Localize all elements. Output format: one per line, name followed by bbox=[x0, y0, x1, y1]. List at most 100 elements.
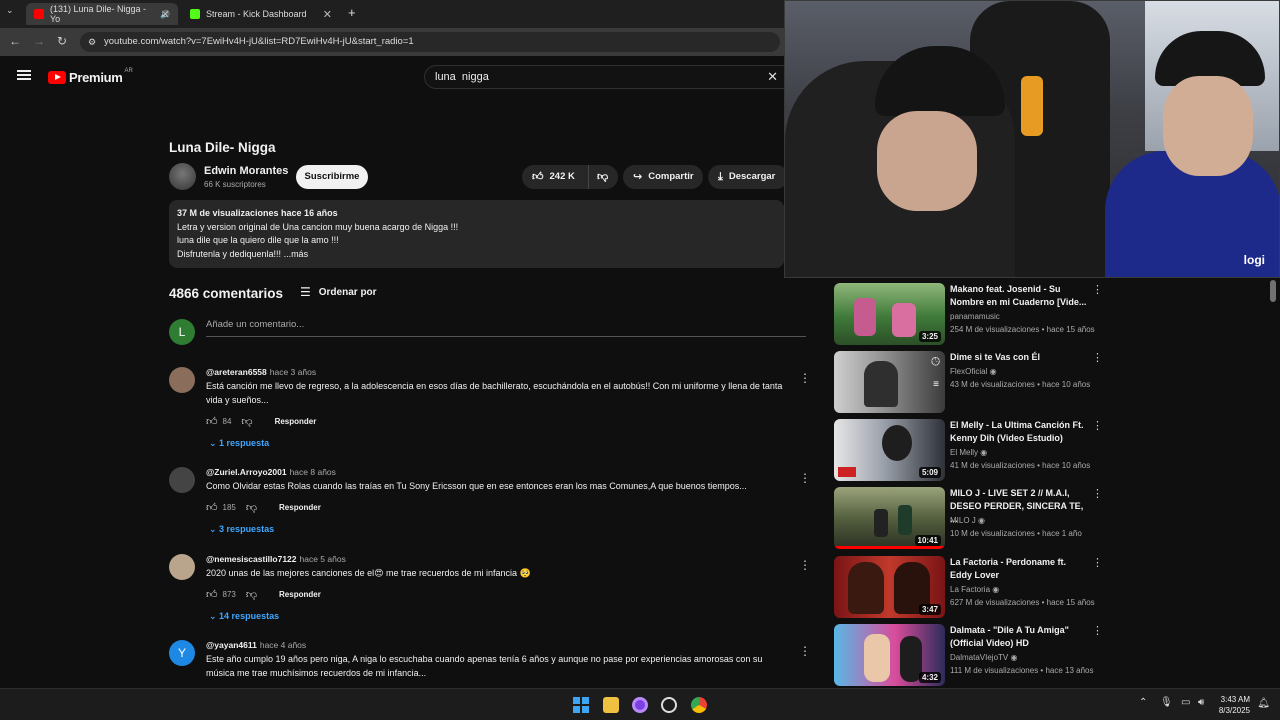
comment-avatar[interactable]: Y bbox=[169, 640, 195, 666]
more-options-icon[interactable]: ⋮ bbox=[799, 558, 811, 572]
more-options-icon[interactable]: ⋮ bbox=[1092, 419, 1103, 432]
comment-item: @nemesiscastillo7122 hace 5 años 2020 una… bbox=[169, 554, 811, 630]
video-title[interactable]: Dalmata - "Dile A Tu Amiga" (Official Vi… bbox=[950, 624, 1090, 650]
recommended-video[interactable]: 3:47 La Factoria - Perdoname ft. Eddy Lo… bbox=[834, 556, 1104, 620]
view-replies-button[interactable]: ⌄ 3 respuestas bbox=[209, 524, 274, 535]
more-options-icon[interactable]: ⋮ bbox=[1092, 351, 1103, 364]
taskbar-clock[interactable]: 3:43 AM 8/3/2025 bbox=[1219, 694, 1250, 716]
thumbs-up-icon[interactable]: 👍︎ bbox=[206, 588, 218, 601]
close-tab-icon[interactable]: ✕ bbox=[323, 8, 332, 21]
video-title[interactable]: Makano feat. Josenid - Su Nombre en mi C… bbox=[950, 283, 1090, 309]
thumbs-down-icon[interactable]: 👎︎ bbox=[241, 415, 252, 428]
reply-button[interactable]: Responder bbox=[279, 503, 321, 512]
more-options-icon[interactable]: ⋮ bbox=[799, 371, 811, 385]
more-options-icon[interactable]: ⋮ bbox=[1092, 624, 1103, 637]
video-title[interactable]: El Melly - La Ultima Canción Ft. Kenny D… bbox=[950, 419, 1090, 445]
network-icon[interactable]: ▭ bbox=[1181, 697, 1190, 708]
comment-header: @yayan4611 hace 4 años bbox=[206, 640, 306, 650]
youtube-premium-logo[interactable]: Premium AR bbox=[48, 68, 133, 85]
add-comment-input[interactable]: Añade un comentario... bbox=[206, 319, 806, 337]
windows-start-icon[interactable] bbox=[573, 697, 589, 713]
file-explorer-icon[interactable] bbox=[603, 697, 619, 713]
comment-author[interactable]: @yayan4611 bbox=[206, 640, 257, 650]
reload-icon[interactable]: ↻ bbox=[57, 34, 67, 48]
video-title[interactable]: Dime si te Vas con Él bbox=[950, 351, 1090, 364]
more-options-icon[interactable]: ⋮ bbox=[1092, 283, 1103, 296]
video-thumbnail[interactable]: 4:32 bbox=[834, 624, 945, 686]
thumbs-up-icon[interactable]: 👍︎ bbox=[206, 415, 218, 428]
comment-author[interactable]: @nemesiscastillo7122 bbox=[206, 554, 297, 564]
clear-search-icon[interactable]: ✕ bbox=[767, 66, 778, 88]
video-channel[interactable]: DalmataVIejoTV ◉ bbox=[950, 653, 1017, 662]
more-options-icon[interactable]: ⋮ bbox=[799, 644, 811, 658]
video-channel[interactable]: La Factoria ◉ bbox=[950, 585, 999, 594]
search-input[interactable]: luna nigga ✕ bbox=[424, 65, 784, 89]
view-replies-button[interactable]: ⌄ 14 respuestas bbox=[209, 611, 279, 622]
description-line: Disfrutenla y dediquenla!!! ...más bbox=[177, 248, 309, 259]
show-hidden-icons-icon[interactable]: ⌃ bbox=[1139, 697, 1147, 708]
notification-bell-icon[interactable]: 🔔︎ bbox=[1257, 698, 1270, 709]
comment-time[interactable]: hace 3 años bbox=[270, 367, 316, 377]
chrome-icon[interactable] bbox=[691, 697, 707, 713]
comment-time[interactable]: hace 5 años bbox=[300, 554, 346, 564]
video-channel[interactable]: FlexOficial ◉ bbox=[950, 367, 997, 376]
sort-button[interactable]: ☰ Ordenar por bbox=[300, 285, 377, 299]
microphone-icon[interactable]: 🎙︎ bbox=[1160, 697, 1173, 708]
thumbs-down-icon[interactable]: 👎︎ bbox=[246, 501, 257, 514]
forward-icon[interactable]: → bbox=[33, 34, 45, 48]
close-tab-icon[interactable]: ✕ bbox=[161, 8, 170, 21]
recommended-video[interactable]: 10:41 MILO J - LIVE SET 2 // M.A.I, DESE… bbox=[834, 487, 1104, 551]
channel-name[interactable]: Edwin Morantes bbox=[204, 165, 288, 177]
back-icon[interactable]: ← bbox=[9, 34, 21, 48]
menu-icon[interactable] bbox=[17, 68, 31, 82]
watch-later-icon[interactable]: 🕒︎ bbox=[931, 356, 940, 369]
video-channel[interactable]: panamamusic bbox=[950, 312, 1000, 321]
reply-button[interactable]: Responder bbox=[275, 417, 317, 426]
thumbs-down-icon[interactable]: 👎︎ bbox=[246, 588, 257, 601]
comment-header: @areteran6558 hace 3 años bbox=[206, 367, 316, 377]
recommended-video[interactable]: 5:09 El Melly - La Ultima Canción Ft. Ke… bbox=[834, 419, 1104, 483]
more-options-icon[interactable]: ⋮ bbox=[1092, 487, 1103, 500]
video-thumbnail[interactable]: 5:09 bbox=[834, 419, 945, 481]
video-title[interactable]: La Factoria - Perdoname ft. Eddy Lover bbox=[950, 556, 1090, 582]
comment-avatar[interactable] bbox=[169, 467, 195, 493]
new-tab-button[interactable]: + bbox=[348, 5, 356, 20]
video-thumbnail[interactable]: 10:41 bbox=[834, 487, 945, 549]
video-thumbnail[interactable]: 3:47 bbox=[834, 556, 945, 618]
site-info-icon[interactable]: ⚙ bbox=[88, 32, 96, 52]
like-button[interactable]: 👍︎ 242 K bbox=[522, 165, 588, 189]
tab-youtube[interactable]: (131) Luna Dile- Nigga - Yo 🔊 ✕ bbox=[26, 3, 178, 25]
app-circle-icon[interactable] bbox=[632, 697, 648, 713]
volume-icon[interactable]: 🔊︎ bbox=[1198, 697, 1204, 708]
comment-author[interactable]: @areteran6558 bbox=[206, 367, 267, 377]
view-replies-button[interactable]: ⌄ 1 respuesta bbox=[209, 438, 269, 449]
video-channel[interactable]: MILO J ◉ bbox=[950, 516, 985, 525]
channel-avatar[interactable] bbox=[169, 163, 196, 190]
recommended-video[interactable]: 3:25 Makano feat. Josenid - Su Nombre en… bbox=[834, 283, 1104, 347]
comment-author[interactable]: @Zuriel.Arroyo2001 bbox=[206, 467, 287, 477]
comment-avatar[interactable] bbox=[169, 554, 195, 580]
comment-time[interactable]: hace 8 años bbox=[290, 467, 336, 477]
tab-list-chevron-icon[interactable]: ⌄ bbox=[6, 5, 14, 16]
subscribe-button[interactable]: Suscribirme bbox=[296, 165, 368, 189]
dislike-button[interactable]: 👎︎ bbox=[588, 165, 618, 189]
sidebar-scrollbar[interactable] bbox=[1270, 280, 1276, 302]
chatgpt-icon[interactable] bbox=[661, 697, 677, 713]
add-to-queue-icon[interactable]: ≡ bbox=[933, 379, 939, 390]
more-options-icon[interactable]: ⋮ bbox=[1092, 556, 1103, 569]
thumbs-up-icon[interactable]: 👍︎ bbox=[206, 501, 218, 514]
video-thumbnail[interactable]: 3:25 bbox=[834, 283, 945, 345]
tab-kick[interactable]: Stream - Kick Dashboard ✕ bbox=[182, 3, 340, 25]
description-box[interactable]: 37 M de visualizaciones hace 16 años Let… bbox=[169, 200, 784, 268]
video-thumbnail[interactable]: 🕒︎ ≡ bbox=[834, 351, 945, 413]
download-button[interactable]: ⤓ Descargar bbox=[708, 165, 788, 189]
recommended-video[interactable]: 🕒︎ ≡ Dime si te Vas con Él FlexOficial ◉… bbox=[834, 351, 1104, 415]
share-button[interactable]: ↪ Compartir bbox=[623, 165, 703, 189]
recommended-video[interactable]: 4:32 Dalmata - "Dile A Tu Amiga" (Offici… bbox=[834, 624, 1104, 688]
reply-button[interactable]: Responder bbox=[279, 590, 321, 599]
video-channel[interactable]: El Melly ◉ bbox=[950, 448, 987, 457]
comment-time[interactable]: hace 4 años bbox=[260, 640, 306, 650]
more-options-icon[interactable]: ⋮ bbox=[799, 471, 811, 485]
url-field[interactable]: ⚙ youtube.com/watch?v=7EwiHv4H-jU&list=R… bbox=[80, 32, 780, 52]
comment-avatar[interactable] bbox=[169, 367, 195, 393]
